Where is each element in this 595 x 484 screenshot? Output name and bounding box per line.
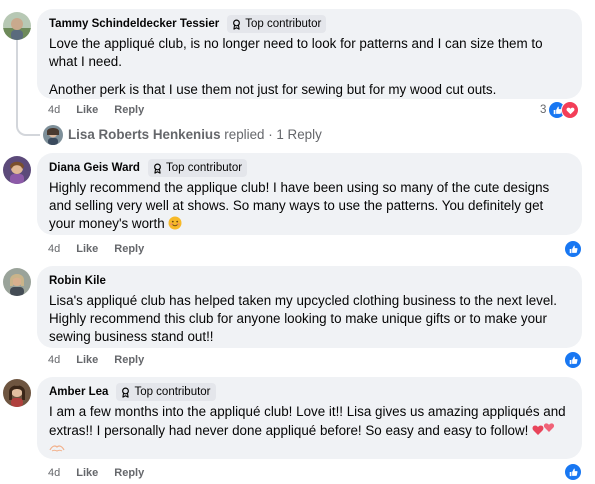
badge-label: Top contributor (134, 386, 211, 398)
comment-author[interactable]: Amber Lea (49, 386, 108, 398)
comment-age[interactable]: 4d (48, 467, 60, 479)
comment-actions: 4d Like Reply (48, 354, 144, 366)
comment-author[interactable]: Tammy Schindeldecker Tessier (49, 18, 219, 30)
comment-actions: 4d Like Reply (48, 243, 144, 255)
comment-age[interactable]: 4d (48, 104, 60, 116)
avatar[interactable] (43, 125, 63, 145)
comment-bubble: Tammy Schindeldecker Tessier Top contrib… (37, 9, 582, 99)
top-contributor-badge[interactable]: Top contributor (116, 383, 216, 401)
thread-connector (16, 40, 40, 136)
comment-actions: 4d Like Reply (48, 104, 144, 116)
top-contributor-badge[interactable]: Top contributor (227, 15, 327, 33)
avatar[interactable] (3, 12, 31, 40)
reply-author: Lisa Roberts Henkenius (68, 127, 221, 142)
reply-summary: replied · 1 Reply (220, 127, 322, 142)
avatar[interactable] (3, 268, 31, 296)
like-button[interactable]: Like (76, 243, 98, 255)
like-button[interactable]: Like (76, 104, 98, 116)
like-icon (564, 463, 582, 481)
comment-age[interactable]: 4d (48, 354, 60, 366)
comment-body: I am a few months into the appliqué club… (49, 404, 566, 438)
view-replies-link[interactable]: Lisa Roberts Henkenius replied · 1 Reply (68, 127, 322, 142)
comment-text: Lisa's appliqué club has helped taken my… (49, 292, 570, 346)
avatar[interactable] (3, 379, 31, 407)
comment-text: I am a few months into the appliqué club… (49, 403, 570, 459)
comment-age[interactable]: 4d (48, 243, 60, 255)
reply-button[interactable]: Reply (114, 104, 144, 116)
comment-body: Highly recommend the applique club! I ha… (49, 180, 550, 231)
smiling-face-emoji (168, 216, 182, 230)
like-button[interactable]: Like (76, 354, 98, 366)
comment-bubble: Robin Kile Lisa's appliqué club has help… (37, 266, 582, 348)
like-icon (564, 351, 582, 369)
reaction-summary[interactable]: 3 (540, 101, 580, 119)
two-hearts-emoji (532, 423, 555, 435)
love-icon (561, 101, 580, 119)
reply-button[interactable]: Reply (114, 467, 144, 479)
reaction-count: 3 (540, 104, 547, 116)
like-button[interactable]: Like (76, 467, 98, 479)
reaction-summary[interactable] (564, 240, 582, 258)
medal-icon (120, 387, 131, 398)
badge-label: Top contributor (165, 162, 243, 174)
reaction-summary[interactable] (564, 351, 582, 369)
badge-label: Top contributor (245, 18, 322, 30)
comment-paragraph: Love the appliqué club, is no longer nee… (49, 36, 543, 69)
comment-paragraph: Another perk is that I use them not just… (49, 82, 497, 97)
medal-icon (231, 19, 242, 30)
comment-text: Love the appliqué club, is no longer nee… (49, 35, 570, 99)
reply-button[interactable]: Reply (114, 354, 144, 366)
avatar[interactable] (3, 156, 31, 184)
reaction-summary[interactable] (564, 463, 582, 481)
comment-author[interactable]: Robin Kile (49, 275, 106, 287)
comment-text: Highly recommend the applique club! I ha… (49, 179, 570, 233)
comment-body: Lisa's appliqué club has helped taken my… (49, 293, 557, 344)
comment-bubble: Amber Lea Top contributor I am a few mon… (37, 377, 582, 459)
comment-bubble: Diana Geis Ward Top contributor Highly r… (37, 153, 582, 235)
comment-actions: 4d Like Reply (48, 467, 144, 479)
medal-icon (152, 163, 163, 174)
reply-button[interactable]: Reply (114, 243, 144, 255)
comment-author[interactable]: Diana Geis Ward (49, 162, 140, 174)
hands-emoji (49, 445, 65, 452)
top-contributor-badge[interactable]: Top contributor (147, 159, 248, 177)
like-icon (564, 240, 582, 258)
